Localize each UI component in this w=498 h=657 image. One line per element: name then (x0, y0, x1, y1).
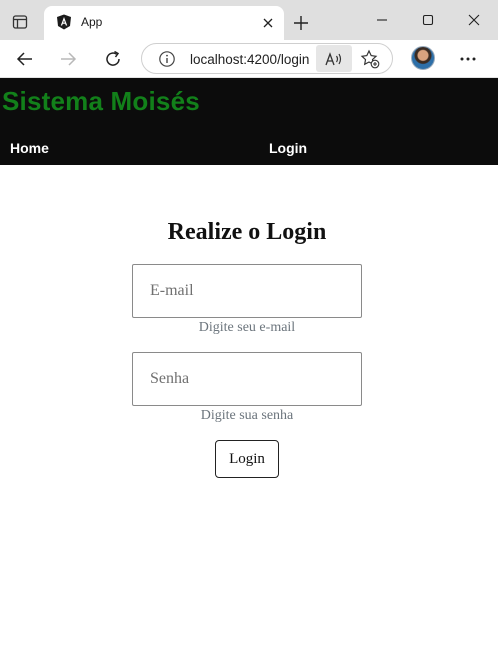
profile-avatar[interactable] (411, 46, 435, 70)
brand-title: Sistema Moisés (2, 86, 200, 116)
back-arrow-icon[interactable] (13, 47, 37, 71)
tab-title: App (81, 15, 103, 29)
add-favorite-icon[interactable] (360, 49, 380, 69)
password-input[interactable] (133, 353, 361, 405)
app-header: Sistema Moisés Home Login (0, 78, 498, 165)
email-hint: Digite seu e-mail (198, 320, 296, 335)
more-options-icon[interactable] (456, 47, 480, 71)
password-field (132, 352, 362, 406)
angular-favicon-icon (56, 14, 72, 30)
close-tab-icon[interactable] (260, 15, 276, 31)
browser-tab[interactable]: App (44, 6, 284, 40)
minimize-icon[interactable] (368, 8, 396, 32)
reload-icon[interactable] (101, 47, 125, 71)
email-field (132, 264, 362, 318)
browser-titlebar: App (0, 0, 498, 40)
address-bar[interactable]: localhost:4200/login (141, 43, 393, 74)
login-button[interactable]: Login (215, 440, 279, 478)
tab-actions-icon[interactable] (8, 10, 32, 34)
password-hint: Digite sua senha (200, 408, 294, 423)
form-title: Realize o Login (167, 219, 327, 245)
info-icon[interactable] (158, 50, 176, 68)
close-window-icon[interactable] (460, 8, 488, 32)
forward-arrow-icon[interactable] (56, 47, 80, 71)
browser-toolbar: localhost:4200/login (0, 40, 498, 78)
maximize-icon[interactable] (414, 8, 442, 32)
nav-home-link[interactable]: Home (10, 140, 49, 156)
email-input[interactable] (133, 265, 361, 317)
nav-login-link[interactable]: Login (269, 140, 307, 156)
new-tab-icon[interactable] (290, 12, 312, 34)
url-text[interactable]: localhost:4200/login (190, 52, 309, 67)
read-aloud-icon[interactable] (316, 45, 352, 72)
